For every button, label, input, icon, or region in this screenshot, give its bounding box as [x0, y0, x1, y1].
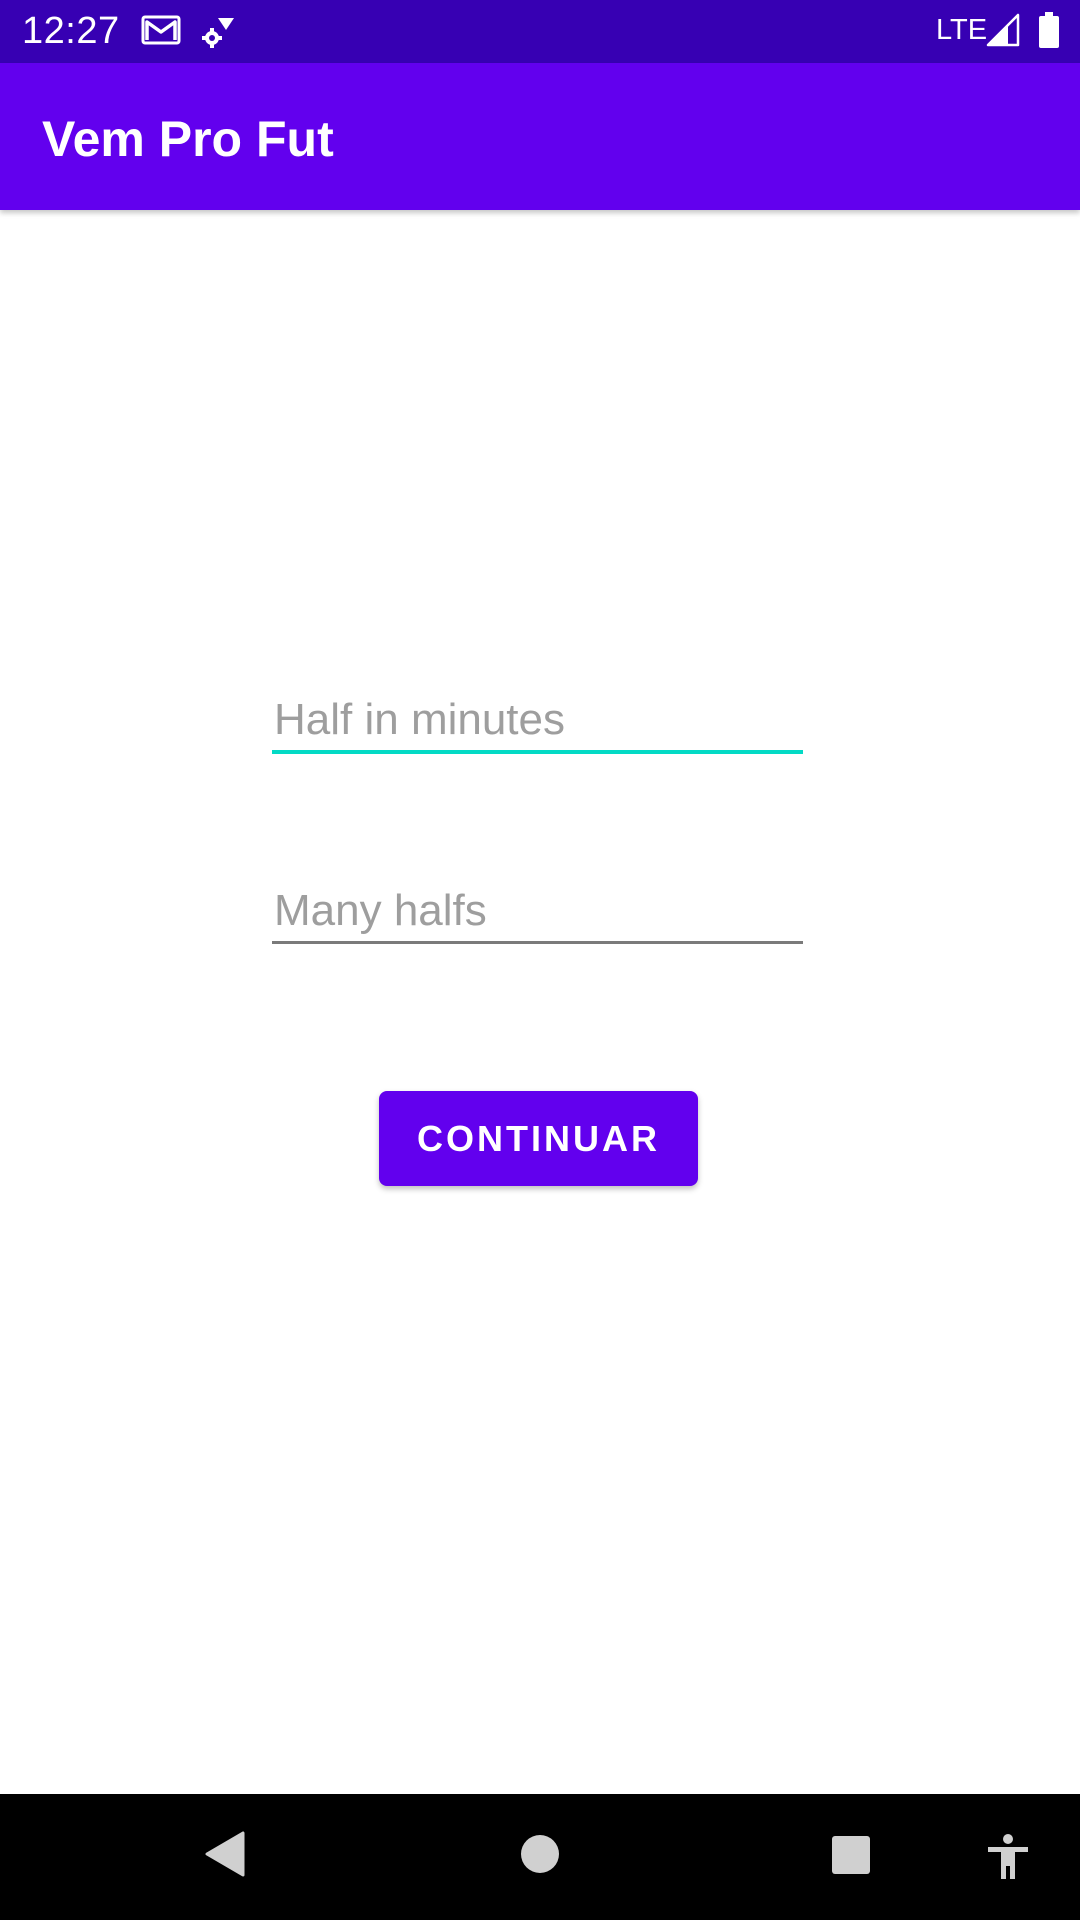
signal-icon: [986, 13, 1020, 47]
battery-icon: [1039, 12, 1059, 48]
back-icon[interactable]: [203, 1831, 245, 1877]
half-minutes-input[interactable]: [272, 690, 803, 750]
many-halfs-field[interactable]: [272, 881, 803, 944]
gmail-icon: [141, 15, 181, 45]
app-title: Vem Pro Fut: [42, 111, 334, 167]
half-minutes-underline: [272, 750, 803, 754]
status-time: 12:27: [22, 10, 120, 52]
network-type: LTE: [936, 14, 988, 46]
status-bar: 12:27 LTE: [0, 0, 1080, 63]
many-halfs-underline: [272, 941, 803, 944]
continue-button[interactable]: CONTINUAR: [379, 1091, 698, 1186]
app-bar: Vem Pro Fut: [0, 63, 1080, 210]
many-halfs-input[interactable]: [272, 881, 803, 941]
recents-icon[interactable]: [831, 1835, 871, 1875]
home-icon[interactable]: [519, 1833, 561, 1875]
navigation-bar: [0, 1794, 1080, 1920]
accessibility-icon[interactable]: [986, 1833, 1030, 1881]
sync-icon: [202, 18, 234, 48]
half-minutes-field[interactable]: [272, 690, 803, 754]
